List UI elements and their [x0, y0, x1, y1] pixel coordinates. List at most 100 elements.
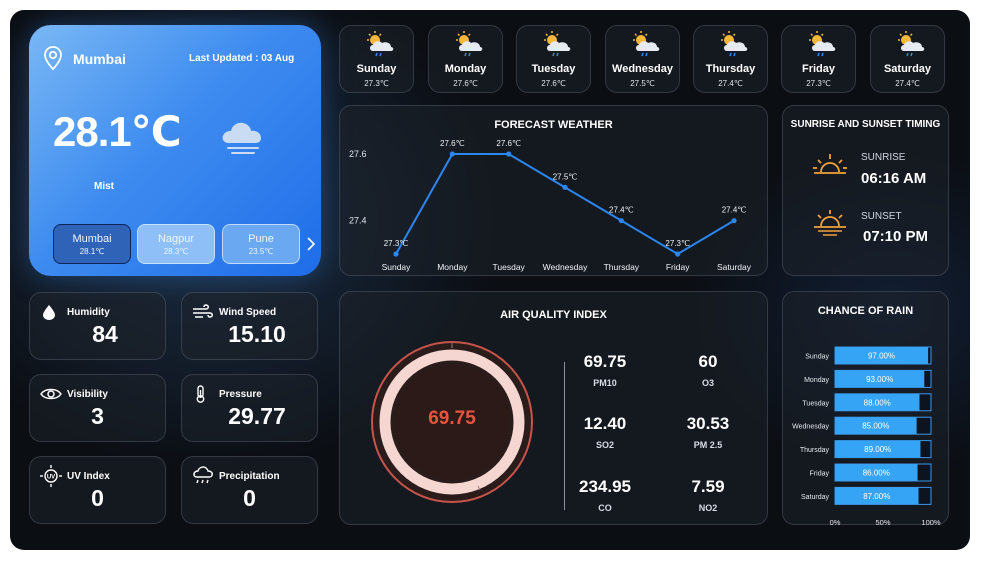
city-button-temp: 28.3℃: [163, 247, 189, 256]
day-tile-tuesday[interactable]: Tuesday 27.6℃: [516, 25, 591, 93]
x-tick-label: Sunday: [382, 262, 412, 272]
sunset-time: 07:10 PM: [863, 228, 929, 245]
rain-title: CHANCE OF RAIN: [817, 305, 914, 317]
precipitation-label: Precipitation: [219, 471, 280, 482]
day-tile-saturday[interactable]: Saturday 27.4℃: [870, 25, 945, 93]
rain-data-label: 93.00%: [866, 375, 893, 384]
aqi-pm25: 30.53 PM 2.5: [668, 414, 748, 450]
sunrise-label: SUNRISE: [861, 152, 906, 163]
dashboard: Mumbai Last Updated : 03 Aug 28.1℃ Mist …: [10, 10, 970, 550]
svg-text:UV: UV: [47, 475, 55, 481]
rain-data-label: 89.00%: [864, 445, 891, 454]
chance-of-rain-panel: CHANCE OF RAIN 97.00% Sunday 93.00% Monday 8…: [782, 291, 949, 527]
sunset-icon: [814, 210, 846, 236]
city-button-name: Mumbai: [72, 233, 112, 245]
rain-data-label: 86.00%: [863, 469, 890, 478]
wind-speed-value: 15.10: [228, 321, 286, 347]
aqi-no2: 7.59 NO2: [668, 477, 748, 513]
sunrise-time: 06:16 AM: [861, 170, 927, 187]
wind-speed-card: Wind Speed 15.10: [181, 292, 318, 360]
x-tick-label: Friday: [666, 262, 690, 272]
day-name: Wednesday: [612, 63, 673, 75]
aqi-pm10: 69.75 PM10: [565, 352, 645, 388]
current-temperature: 28.1℃: [53, 108, 182, 155]
x-tick-label: Monday: [437, 262, 468, 272]
day-name: Tuesday: [531, 63, 576, 75]
sun-cloud-rain-icon: [367, 31, 394, 57]
aqi-o3: 60 O3: [668, 352, 748, 388]
cloud-mist-icon: [222, 122, 261, 154]
x-tick-label: 50%: [875, 518, 890, 526]
city-button-temp: 28.1℃: [79, 247, 105, 256]
aqi-key: CO: [598, 503, 612, 513]
x-tick-label: 100%: [921, 518, 941, 526]
aqi-co: 234.95 CO: [565, 477, 645, 513]
forecast-point: [506, 151, 512, 157]
aqi-key: O3: [701, 378, 714, 388]
uv-index-card: UV UV Index 0: [29, 456, 166, 524]
rain-data-label: 97.00%: [868, 352, 895, 361]
air-quality-panel: AIR QUALITY INDEX 69.75 69.75 PM10 60 O3…: [339, 291, 768, 525]
forecast-data-label: 27.3℃: [384, 239, 409, 248]
city-button-pune[interactable]: Pune 23.5℃: [222, 224, 300, 264]
chance-of-rain-bar-chart: 97.00% Sunday 93.00% Monday 88.00% Tuesday 85.…: [792, 346, 941, 527]
sun-cloud-rain-icon: [633, 31, 660, 57]
forecast-point: [675, 251, 681, 257]
forecast-data-label: 27.6℃: [496, 139, 521, 148]
aqi-key: SO2: [595, 440, 614, 450]
day-temp: 27.4℃: [895, 79, 920, 88]
rain-data-label: 87.00%: [863, 492, 890, 501]
forecast-line-chart: 27.6 27.4 27.3℃ Sunday 27.6℃ Monday 27.6℃ Tuesd…: [349, 139, 752, 272]
day-tile-wednesday[interactable]: Wednesday 27.5℃: [605, 25, 680, 93]
aqi-key: PM 2.5: [693, 440, 723, 450]
sun-cloud-rain-icon: [456, 31, 483, 57]
rain-category-label: Wednesday: [792, 424, 829, 431]
x-tick-label: Saturday: [717, 262, 752, 272]
thermometer-icon: [196, 385, 205, 403]
last-updated: Last Updated : 03 Aug: [189, 53, 295, 64]
sun-timing-title: SUNRISE AND SUNSET TIMING: [790, 119, 941, 130]
day-temp: 27.6℃: [541, 79, 566, 88]
city-button-name: Pune: [248, 233, 274, 245]
city-button-nagpur[interactable]: Nagpur 28.3℃: [137, 224, 215, 264]
aqi-value: 30.53: [686, 414, 730, 433]
y-tick-label: 27.6: [349, 149, 367, 159]
current-condition: Mist: [94, 181, 114, 192]
x-tick-label: Wednesday: [543, 262, 588, 272]
visibility-value: 3: [91, 403, 104, 429]
rain-category-label: Saturday: [801, 494, 830, 501]
droplet-icon: [43, 305, 55, 320]
day-tile-thursday[interactable]: Thursday 27.4℃: [693, 25, 768, 93]
forecast-point: [618, 218, 624, 224]
forecast-data-label: 27.5℃: [553, 172, 578, 181]
aqi-title: AIR QUALITY INDEX: [500, 309, 607, 321]
day-tile-monday[interactable]: Monday 27.6℃: [428, 25, 503, 93]
forecast-point: [393, 251, 399, 257]
city-button-mumbai[interactable]: Mumbai 28.1℃: [53, 224, 131, 264]
visibility-label: Visibility: [67, 389, 108, 400]
aqi-value: 7.59: [691, 477, 725, 496]
current-city: Mumbai: [73, 51, 126, 67]
sunrise-icon: [813, 154, 847, 174]
day-name: Friday: [801, 63, 835, 75]
rain-data-label: 88.00%: [864, 398, 891, 407]
day-temp: 27.3℃: [806, 79, 831, 88]
pressure-card: Pressure 29.77: [181, 374, 318, 442]
day-tile-friday[interactable]: Friday 27.3℃: [781, 25, 856, 93]
day-name: Saturday: [883, 63, 932, 75]
rain-category-label: Tuesday: [802, 400, 829, 407]
current-weather-card: Mumbai Last Updated : 03 Aug 28.1℃ Mist …: [29, 25, 321, 276]
rain-category-label: Thursday: [800, 447, 830, 454]
uv-sun-icon: UV: [40, 465, 62, 487]
rain-cloud-icon: [193, 466, 213, 484]
wind-icon: [193, 304, 213, 318]
sun-cloud-rain-icon: [809, 31, 836, 57]
humidity-card: Humidity 84: [29, 292, 166, 360]
chevron-right-icon[interactable]: [306, 237, 316, 251]
precipitation-value: 0: [243, 485, 256, 511]
day-tile-sunday[interactable]: Sunday 27.3℃: [339, 25, 414, 93]
visibility-card: Visibility 3: [29, 374, 166, 442]
x-tick-label: Tuesday: [493, 262, 526, 272]
city-button-name: Nagpur: [157, 233, 195, 245]
day-name: Thursday: [705, 63, 756, 75]
